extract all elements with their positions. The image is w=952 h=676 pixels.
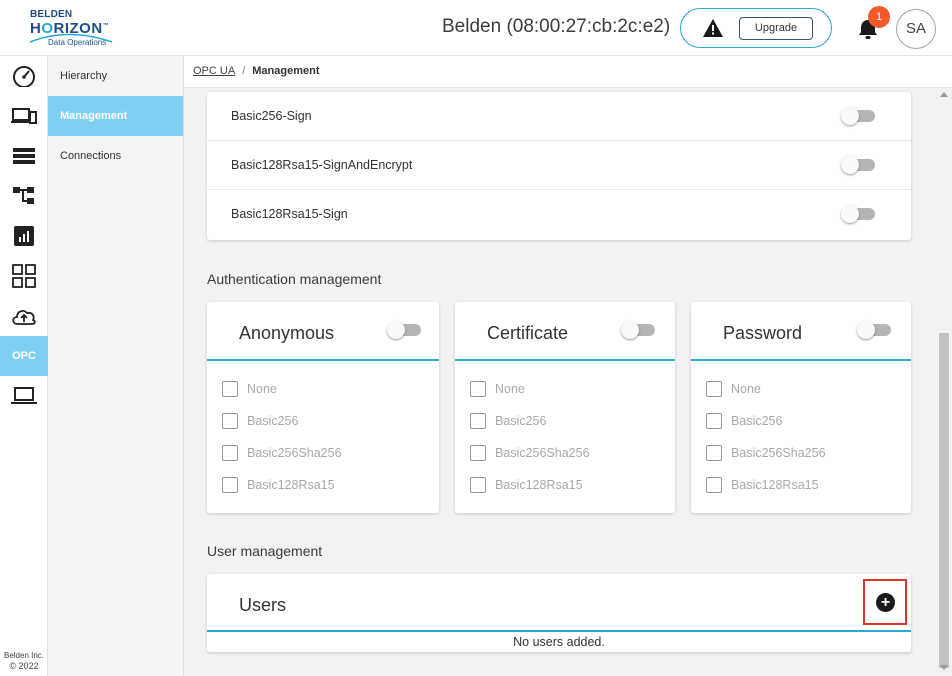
upgrade-banner: Upgrade	[680, 8, 832, 48]
scroll-up-arrow-icon[interactable]	[940, 92, 948, 97]
policy-row: Basic128Rsa15-Sign	[207, 190, 911, 239]
breadcrumb-link-opc-ua[interactable]: OPC UA	[193, 65, 235, 77]
checkbox[interactable]	[222, 381, 238, 397]
security-policies-card: Basic256-Sign Basic128Rsa15-SignAndEncry…	[207, 92, 911, 240]
belden-horizon-logo[interactable]: BELDEN HORIZON™ Data Operations	[28, 9, 118, 49]
user-avatar[interactable]: SA	[896, 9, 936, 49]
checkbox[interactable]	[706, 413, 722, 429]
rail-opc[interactable]: OPC	[0, 336, 48, 376]
policy-toggle[interactable]	[841, 106, 877, 126]
upgrade-button[interactable]: Upgrade	[739, 17, 813, 40]
rail-list[interactable]	[0, 136, 48, 176]
checkbox[interactable]	[470, 413, 486, 429]
checkbox[interactable]	[706, 381, 722, 397]
user-section-title: User management	[207, 543, 323, 559]
scroll-down-arrow-icon[interactable]	[940, 665, 948, 670]
policy-label: Basic128Rsa15-SignAndEncrypt	[231, 158, 413, 172]
notification-badge: 1	[868, 6, 890, 28]
checkbox[interactable]	[706, 477, 722, 493]
rail-cloud-upload[interactable]	[0, 296, 48, 336]
auth-card-title: Password	[723, 323, 803, 343]
anonymous-toggle[interactable]	[387, 320, 423, 340]
auth-card-header: Password	[691, 302, 911, 361]
certificate-toggle[interactable]	[621, 320, 657, 340]
policy-label: Basic128Rsa15-Sign	[231, 207, 348, 221]
hierarchy-icon	[13, 187, 34, 204]
auth-card-header: Certificate	[455, 302, 675, 361]
auth-card-certificate: Certificate None Basic256 Basic256Sha256…	[455, 302, 675, 513]
devices-icon	[11, 108, 37, 124]
warning-icon	[703, 19, 723, 37]
rail-laptop[interactable]	[0, 376, 48, 416]
dashboard-gauge-icon	[13, 66, 35, 87]
rail-footer: Belden Inc. © 2022	[3, 651, 45, 671]
add-user-button[interactable]: +	[863, 579, 907, 625]
rail-analytics[interactable]	[0, 216, 48, 256]
subnav-item-management[interactable]: Management	[48, 96, 183, 136]
vertical-scrollbar[interactable]	[936, 88, 952, 676]
policy-toggle[interactable]	[841, 204, 877, 224]
rail-devices[interactable]	[0, 96, 48, 136]
policy-row: Basic256-Sign	[207, 92, 911, 141]
add-circle-icon: +	[876, 593, 895, 612]
top-header: BELDEN HORIZON™ Data Operations Belden (…	[0, 0, 952, 56]
checkbox[interactable]	[222, 445, 238, 461]
auth-section-title: Authentication management	[207, 271, 382, 287]
checkbox[interactable]	[470, 445, 486, 461]
auth-card-header: Anonymous	[207, 302, 439, 361]
auth-card-title: Certificate	[487, 323, 569, 343]
users-card-header: Users +	[207, 574, 911, 632]
icon-rail: OPC Belden Inc. © 2022	[0, 56, 48, 676]
checkbox[interactable]	[706, 445, 722, 461]
policy-toggle[interactable]	[841, 155, 877, 175]
breadcrumb-current: Management	[252, 65, 320, 77]
empty-users-message: No users added.	[513, 635, 605, 649]
policy-label: Basic256-Sign	[231, 109, 312, 123]
cloud-upload-icon	[12, 310, 36, 325]
checkbox[interactable]	[222, 413, 238, 429]
password-toggle[interactable]	[857, 320, 893, 340]
auth-card-password: Password None Basic256 Basic256Sha256 Ba…	[691, 302, 911, 513]
auth-card-title: Anonymous	[239, 323, 335, 343]
list-icon	[13, 148, 35, 164]
users-card: Users + No users added.	[207, 574, 911, 652]
checkbox[interactable]	[470, 477, 486, 493]
device-title: Belden (08:00:27:cb:2c:e2)	[442, 16, 671, 37]
rail-apps[interactable]	[0, 256, 48, 296]
main-content: Basic256-Sign Basic128Rsa15-SignAndEncry…	[184, 56, 952, 676]
laptop-icon	[11, 387, 37, 404]
rail-dashboard[interactable]	[0, 56, 48, 96]
scrollbar-thumb[interactable]	[939, 333, 949, 668]
policy-row: Basic128Rsa15-SignAndEncrypt	[207, 141, 911, 190]
subnav-item-connections[interactable]: Connections	[48, 136, 183, 176]
rail-hierarchy[interactable]	[0, 176, 48, 216]
apps-grid-icon	[12, 264, 36, 288]
users-card-title: Users	[239, 595, 287, 615]
auth-card-anonymous: Anonymous None Basic256 Basic256Sha256 B…	[207, 302, 439, 513]
chart-icon	[14, 226, 34, 246]
checkbox[interactable]	[470, 381, 486, 397]
opc-subnav: Hierarchy Management Connections	[48, 56, 184, 676]
checkbox[interactable]	[222, 477, 238, 493]
breadcrumb: OPC UA / Management	[184, 56, 952, 88]
subnav-item-hierarchy[interactable]: Hierarchy	[48, 56, 183, 96]
